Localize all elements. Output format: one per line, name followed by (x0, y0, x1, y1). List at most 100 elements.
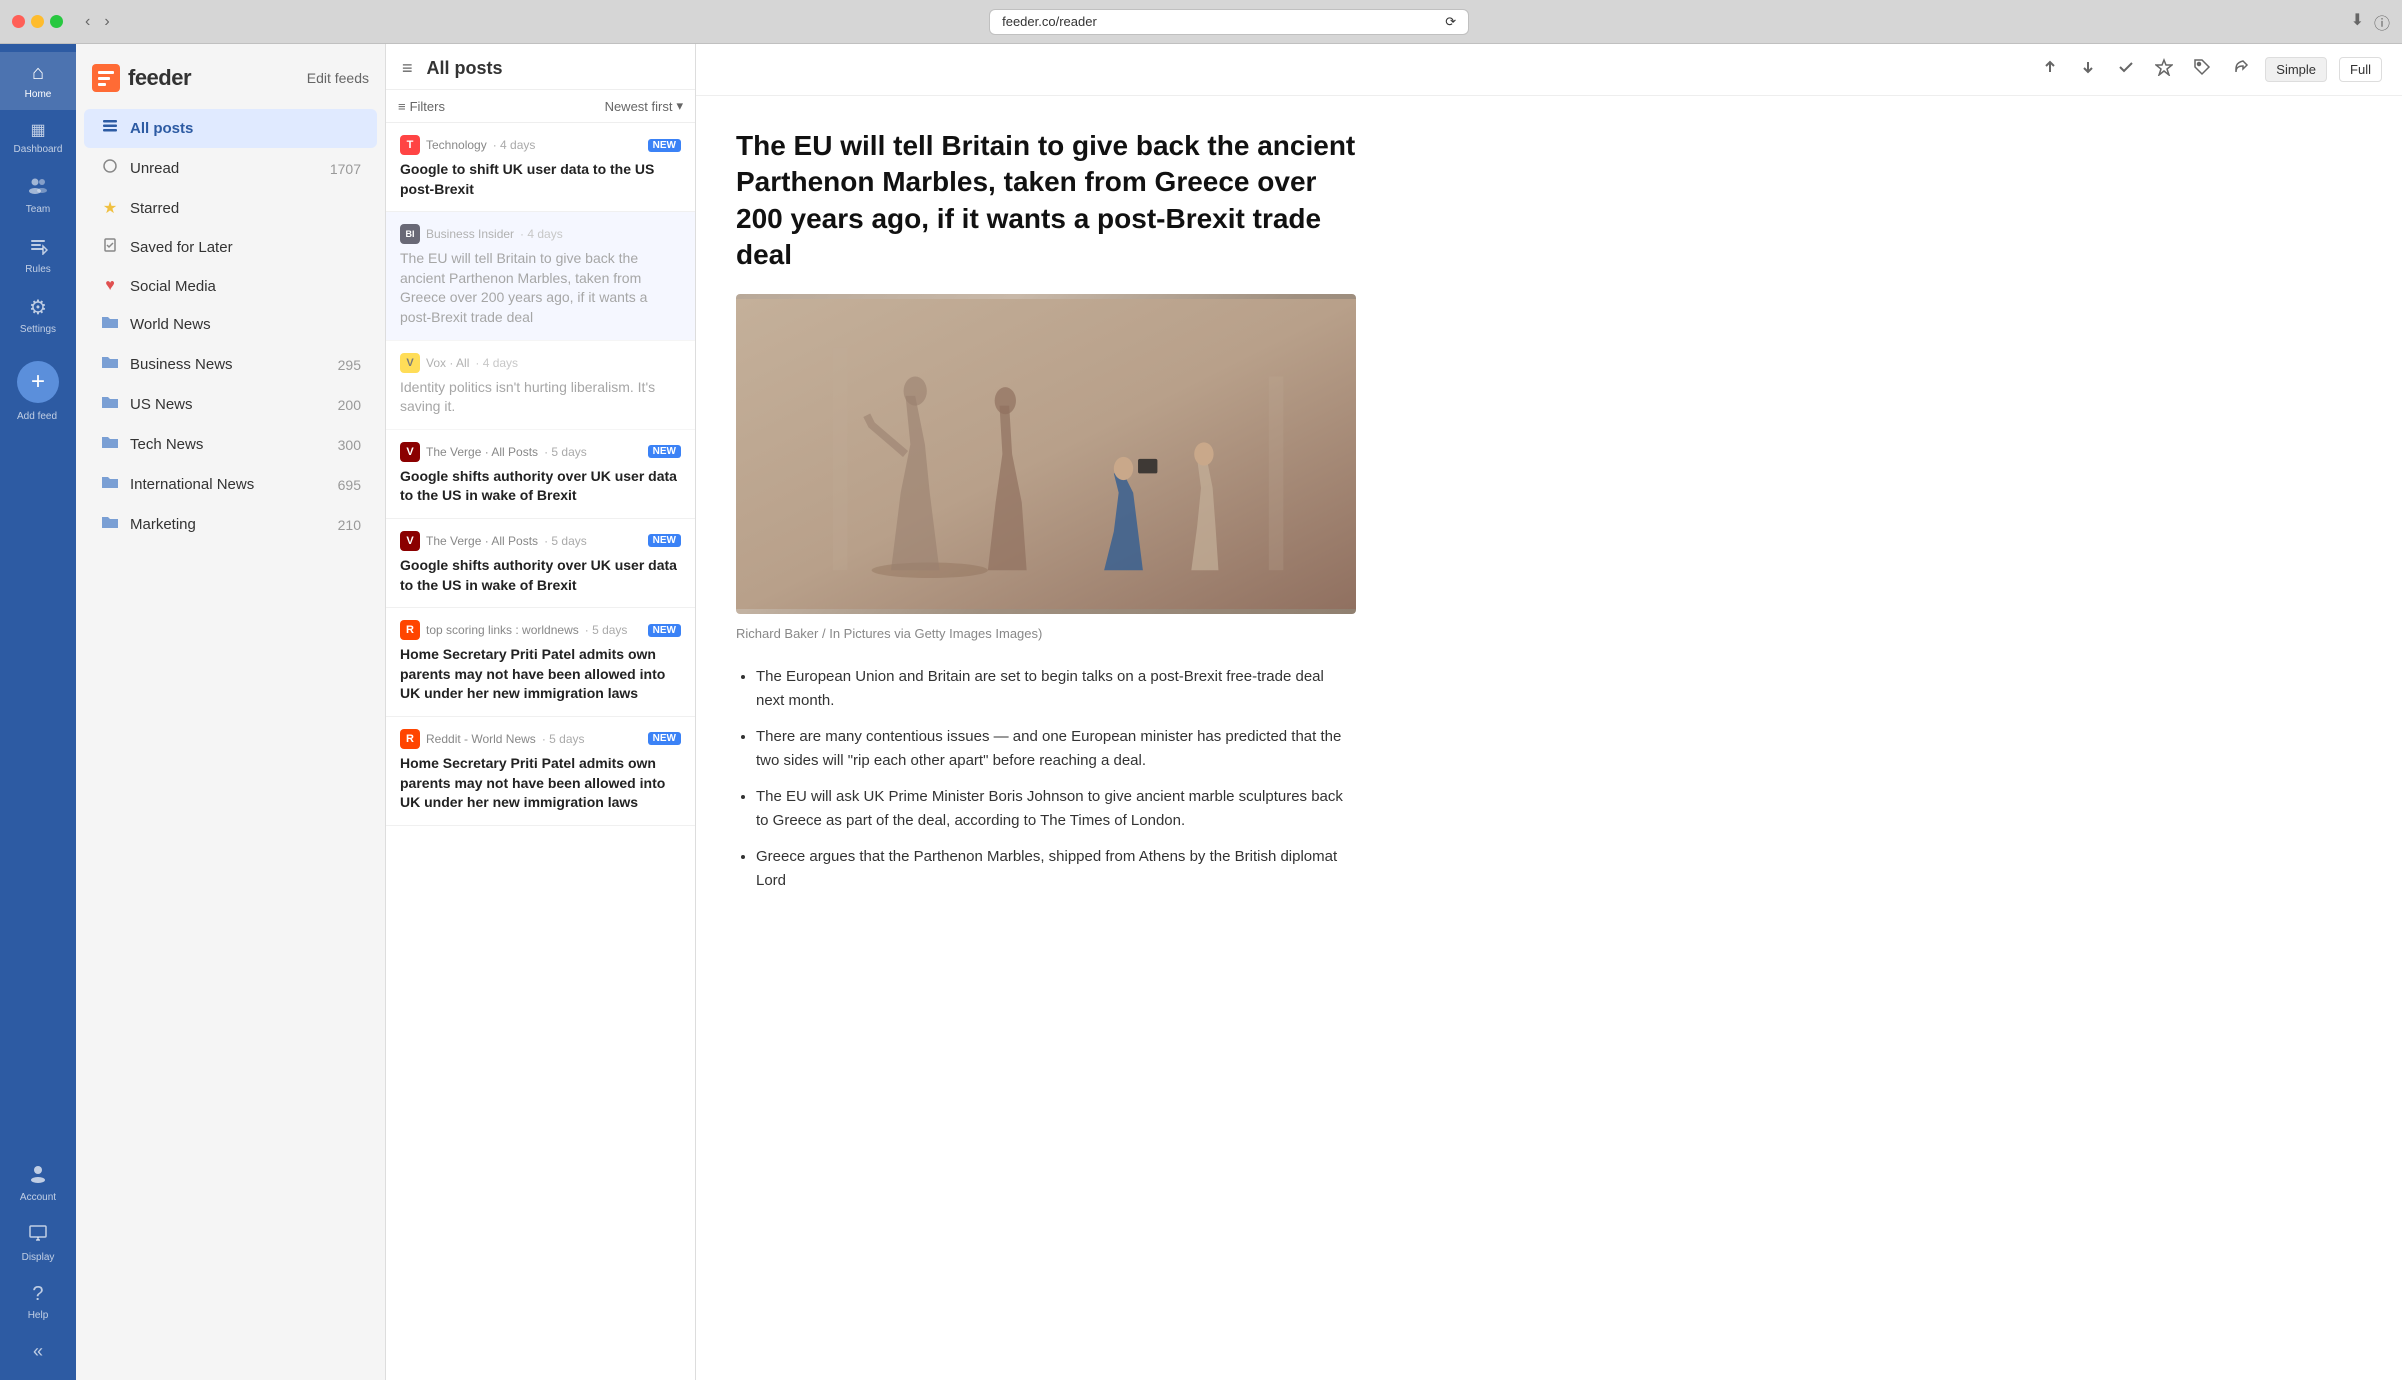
post-age: · 5 days (585, 623, 628, 637)
sidebar-bottom: Account Display ? Help « (16, 1153, 60, 1372)
app-logo-text: feeder (128, 65, 191, 91)
feed-item-tech-news[interactable]: Tech News 300 (84, 425, 377, 464)
business-news-name: Business News (130, 356, 338, 373)
add-feed-section: + Add feed (17, 353, 59, 422)
us-news-icon (100, 394, 120, 415)
star-button[interactable] (2151, 54, 2177, 85)
post-item[interactable]: V The Verge · All Posts · 5 days NEW Goo… (386, 430, 695, 519)
icon-sidebar: ⌂ Home ▦ Dashboard Team (0, 44, 76, 1380)
address-bar[interactable]: feeder.co/reader ⟳ (989, 9, 1469, 35)
article-image (736, 294, 1356, 614)
sidebar-item-settings[interactable]: ⚙ Settings (0, 285, 76, 345)
post-age: · 5 days (544, 534, 587, 548)
post-title: Google shifts authority over UK user dat… (400, 467, 681, 506)
feed-item-international-news[interactable]: International News 695 (84, 465, 377, 504)
post-source-icon: R (400, 620, 420, 640)
forward-button[interactable]: › (98, 11, 115, 33)
post-item[interactable]: V The Verge · All Posts · 5 days NEW Goo… (386, 519, 695, 608)
next-article-button[interactable] (2075, 54, 2101, 85)
post-meta: V The Verge · All Posts · 5 days NEW (400, 531, 681, 551)
starred-name: Starred (130, 200, 361, 217)
back-button[interactable]: ‹ (79, 11, 96, 33)
prev-article-button[interactable] (2037, 54, 2063, 85)
filters-button[interactable]: ≡ Filters (398, 99, 445, 114)
image-caption: Richard Baker / In Pictures via Getty Im… (736, 626, 1356, 641)
all-posts-name: All posts (130, 120, 361, 137)
sidebar-item-team[interactable]: Team (0, 165, 76, 225)
bullet-item: There are many contentious issues — and … (756, 725, 1356, 773)
international-news-count: 695 (338, 477, 361, 493)
settings-icon: ⚙ (29, 295, 47, 320)
article-bullets: The European Union and Britain are set t… (736, 665, 1356, 893)
post-title: Home Secretary Priti Patel admits own pa… (400, 754, 681, 813)
post-source-icon: R (400, 729, 420, 749)
browser-nav-buttons: ‹ › (79, 11, 116, 33)
feed-item-us-news[interactable]: US News 200 (84, 385, 377, 424)
post-item[interactable]: R Reddit - World News · 5 days NEW Home … (386, 717, 695, 826)
sidebar-item-rules[interactable]: Rules (0, 225, 76, 285)
share-button[interactable] (2227, 54, 2253, 85)
sidebar-item-help[interactable]: ? Help (16, 1273, 60, 1331)
add-feed-button[interactable]: + (17, 361, 59, 403)
post-item[interactable]: T Technology · 4 days NEW Google to shif… (386, 123, 695, 212)
url-display: feeder.co/reader (1002, 14, 1097, 29)
marketing-name: Marketing (130, 516, 338, 533)
post-item[interactable]: R top scoring links : worldnews · 5 days… (386, 608, 695, 717)
hamburger-icon[interactable]: ≡ (402, 58, 413, 79)
feed-item-starred[interactable]: ★ Starred (84, 189, 377, 227)
minimize-button[interactable] (31, 15, 44, 28)
app-logo-area: feeder Edit feeds (76, 56, 385, 108)
browser-chrome: ‹ › feeder.co/reader ⟳ ⬇ ⓘ (0, 0, 2402, 44)
simple-view-button[interactable]: Simple (2265, 57, 2327, 82)
feed-item-all-posts[interactable]: All posts (84, 109, 377, 148)
sidebar-item-account[interactable]: Account (16, 1153, 60, 1213)
tech-news-count: 300 (338, 437, 361, 453)
business-news-count: 295 (338, 357, 361, 373)
display-icon (28, 1223, 48, 1248)
unread-count: 1707 (330, 161, 361, 177)
starred-icon: ★ (100, 198, 120, 218)
world-news-icon (100, 314, 120, 335)
posts-list: T Technology · 4 days NEW Google to shif… (386, 123, 695, 1380)
mark-read-button[interactable] (2113, 54, 2139, 85)
info-icon[interactable]: ⓘ (2374, 10, 2390, 34)
team-icon (28, 175, 48, 200)
download-icon[interactable]: ⬇ (2351, 10, 2364, 34)
edit-feeds-button[interactable]: Edit feeds (307, 70, 369, 86)
tag-button[interactable] (2189, 54, 2215, 85)
feed-item-world-news[interactable]: World News (84, 305, 377, 344)
feed-item-unread[interactable]: Unread 1707 (84, 149, 377, 188)
social-media-icon: ♥ (100, 277, 120, 295)
close-button[interactable] (12, 15, 25, 28)
help-icon: ? (32, 1283, 43, 1306)
sidebar-item-display[interactable]: Display (16, 1213, 60, 1273)
rules-icon (28, 235, 48, 260)
feed-item-business-news[interactable]: Business News 295 (84, 345, 377, 384)
post-title: Identity politics isn't hurting liberali… (400, 378, 681, 417)
posts-panel-title: All posts (427, 58, 503, 79)
us-news-name: US News (130, 396, 338, 413)
feed-item-saved-later[interactable]: Saved for Later (84, 228, 377, 267)
sidebar-item-home[interactable]: ⌂ Home (0, 52, 76, 110)
post-source-icon: V (400, 531, 420, 551)
maximize-button[interactable] (50, 15, 63, 28)
collapse-icon: « (33, 1341, 43, 1362)
post-age: · 4 days (475, 356, 518, 370)
all-posts-icon (100, 118, 120, 139)
account-icon (28, 1163, 48, 1188)
sidebar-item-dashboard[interactable]: ▦ Dashboard (0, 110, 76, 165)
social-media-name: Social Media (130, 278, 361, 295)
post-source-name: top scoring links : worldnews (426, 623, 579, 637)
feed-item-marketing[interactable]: Marketing 210 (84, 505, 377, 544)
sidebar-item-collapse[interactable]: « (16, 1331, 60, 1372)
international-news-name: International News (130, 476, 338, 493)
post-item[interactable]: V Vox · All · 4 days Identity politics i… (386, 341, 695, 430)
feed-item-social-media[interactable]: ♥ Social Media (84, 268, 377, 304)
sort-button[interactable]: Newest first ▾ (605, 98, 683, 114)
reload-icon[interactable]: ⟳ (1445, 14, 1456, 30)
full-view-button[interactable]: Full (2339, 57, 2382, 82)
app-container: ⌂ Home ▦ Dashboard Team (0, 44, 2402, 1380)
post-item[interactable]: BI Business Insider · 4 days The EU will… (386, 212, 695, 340)
home-label: Home (25, 89, 52, 100)
post-age: · 4 days (493, 138, 536, 152)
